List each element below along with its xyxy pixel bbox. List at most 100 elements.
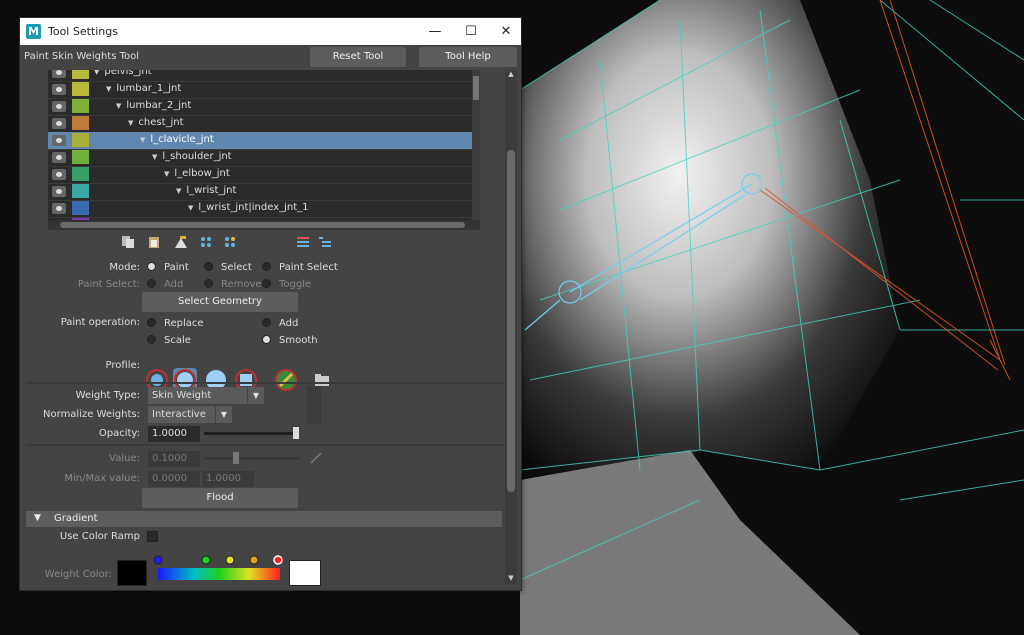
joint-name: ▼ l_clavicle_jnt — [140, 134, 214, 145]
tool-name: Paint Skin Weights Tool — [24, 51, 140, 62]
panel-vscroll-thumb[interactable] — [507, 150, 515, 492]
influence-list-hscroll-thumb[interactable] — [60, 222, 465, 228]
visibility-icon[interactable] — [52, 186, 66, 197]
paste-weights-icon[interactable] — [147, 235, 161, 249]
sort-hierarchy-icon[interactable] — [318, 235, 332, 249]
radio-dot — [147, 318, 156, 327]
value-slider-track[interactable] — [204, 457, 299, 460]
joint-name: ▼ pelvis_jnt — [94, 70, 152, 77]
joint-color-swatch — [72, 99, 89, 113]
expand-triangle-icon[interactable]: ▼ — [152, 153, 157, 161]
expand-triangle-icon[interactable]: ▼ — [140, 136, 145, 144]
paint-op-replace-radio[interactable]: Replace — [147, 318, 204, 329]
mode-select-radio[interactable]: Select — [204, 262, 252, 273]
expand-triangle-icon[interactable]: ▼ — [116, 102, 121, 110]
paint-select-remove-radio[interactable]: Remove — [204, 279, 262, 290]
mode-paint-radio[interactable]: Paint — [147, 262, 189, 273]
joint-name: ▼ l_wrist_jnt|index_jnt_1 — [188, 202, 309, 213]
maximize-icon[interactable]: ☐ — [456, 22, 486, 42]
value-field[interactable]: 0.1000 — [148, 451, 200, 467]
close-icon[interactable]: ✕ — [491, 22, 521, 42]
weight-hammer-icon[interactable] — [174, 235, 188, 249]
weight-color-label: Weight Color: — [44, 569, 112, 580]
influence-row[interactable]: ▼ l_wrist_jnt|index_jnt_1 — [48, 200, 480, 218]
use-color-ramp-checkbox[interactable] — [147, 531, 158, 542]
copy-weights-icon[interactable] — [121, 235, 135, 249]
radio-dot — [147, 335, 156, 344]
opacity-slider-handle[interactable] — [293, 427, 299, 439]
weight-type-dropdown[interactable]: Skin Weight ▼ — [148, 387, 264, 404]
visibility-icon[interactable] — [52, 152, 66, 163]
paint-select-toggle-text: Toggle — [279, 279, 312, 290]
minimize-icon[interactable]: — — [420, 22, 450, 42]
visibility-icon[interactable] — [52, 84, 66, 95]
influence-row[interactable]: ▼ l_shoulder_jnt — [48, 149, 480, 167]
paint-op-add-radio[interactable]: Add — [262, 318, 298, 329]
mode-label: Mode: — [109, 262, 140, 273]
gradient-section-header[interactable]: ▼ Gradient — [26, 511, 502, 527]
flood-button[interactable]: Flood — [142, 488, 298, 508]
eyedropper-icon[interactable] — [309, 451, 323, 465]
scroll-up-icon[interactable]: ▲ — [507, 70, 515, 78]
move-weights-icon[interactable] — [199, 235, 213, 249]
weight-color-ramp[interactable] — [152, 554, 286, 586]
profile-label: Profile: — [105, 360, 140, 371]
visibility-icon[interactable] — [52, 101, 66, 112]
weight-color-max-swatch[interactable] — [289, 560, 321, 586]
joint-color-swatch — [72, 201, 89, 215]
show-influences-icon[interactable] — [223, 235, 237, 249]
influence-row[interactable]: ▼ l_elbow_jnt — [48, 166, 480, 184]
profile-custom-brush-icon[interactable] — [274, 368, 298, 392]
opacity-slider-track[interactable] — [204, 432, 299, 435]
paint-select-toggle-radio[interactable]: Toggle — [262, 279, 311, 290]
influence-row[interactable]: ▼ chest_jnt — [48, 115, 480, 133]
max-value-field[interactable]: 1.0000 — [202, 471, 254, 487]
expand-triangle-icon[interactable]: ▼ — [164, 170, 169, 178]
paint-select-add-radio[interactable]: Add — [147, 279, 183, 290]
expand-triangle-icon[interactable]: ▼ — [106, 85, 111, 93]
paint-select-label: Paint Select: — [77, 279, 140, 290]
mode-paint-select-radio[interactable]: Paint Select — [262, 262, 338, 273]
joint-name-text: lumbar_2_jnt — [126, 100, 192, 111]
influence-row[interactable]: ▼ l_clavicle_jnt — [48, 132, 480, 150]
influence-row[interactable]: ▼ lumbar_2_jnt — [48, 98, 480, 116]
radio-dot — [147, 262, 156, 271]
normalize-weights-dropdown[interactable]: Interactive ▼ — [148, 406, 232, 423]
sort-alpha-icon[interactable] — [296, 235, 310, 249]
mode-paint-text: Paint — [164, 262, 189, 273]
visibility-icon[interactable] — [52, 203, 66, 214]
influence-row[interactable]: ▼ l_wrist_jnt — [48, 183, 480, 201]
joint-color-swatch — [72, 82, 89, 96]
visibility-icon[interactable] — [52, 169, 66, 180]
joint-color-swatch — [72, 167, 89, 181]
expand-triangle-icon[interactable]: ▼ — [188, 204, 193, 212]
expand-triangle-icon[interactable]: ▼ — [128, 119, 133, 127]
weight-type-swatch — [307, 386, 321, 424]
expand-triangle-icon[interactable]: ▼ — [176, 187, 181, 195]
weight-color-min-swatch[interactable] — [117, 560, 147, 586]
visibility-icon[interactable] — [52, 70, 66, 78]
reset-tool-button[interactable]: Reset Tool — [310, 47, 406, 67]
influence-list[interactable]: ▼ pelvis_jnt ▼ lumbar_1_jnt ▼ lumbar_2_jnt ▼ ch… — [48, 70, 480, 230]
tool-help-button[interactable]: Tool Help — [419, 47, 517, 67]
expand-triangle-icon[interactable]: ▼ — [94, 70, 99, 76]
joint-color-swatch — [72, 116, 89, 130]
joint-name: ▼ l_shoulder_jnt — [152, 151, 232, 162]
influence-list-vscroll-thumb[interactable] — [473, 76, 479, 100]
value-slider-handle[interactable] — [232, 452, 239, 464]
title-bar[interactable]: M Tool Settings — ☐ ✕ — [20, 18, 521, 45]
tool-settings-window: M Tool Settings — ☐ ✕ Paint Skin Weights… — [19, 17, 522, 591]
joint-name-text: l_wrist_jnt — [186, 185, 237, 196]
select-geometry-button[interactable]: Select Geometry — [142, 292, 298, 312]
visibility-icon[interactable] — [52, 118, 66, 129]
visibility-icon[interactable] — [52, 135, 66, 146]
paint-op-smooth-radio[interactable]: Smooth — [262, 335, 318, 346]
influence-row[interactable]: ▼ lumbar_1_jnt — [48, 81, 480, 99]
scroll-down-icon[interactable]: ▼ — [507, 574, 515, 582]
min-value-field[interactable]: 0.0000 — [148, 471, 200, 487]
weight-type-value: Skin Weight — [152, 390, 212, 401]
joint-name-text: l_elbow_jnt — [174, 168, 230, 179]
opacity-field[interactable]: 1.0000 — [148, 426, 200, 442]
joint-name: ▼ l_elbow_jnt — [164, 168, 230, 179]
paint-op-scale-radio[interactable]: Scale — [147, 335, 191, 346]
